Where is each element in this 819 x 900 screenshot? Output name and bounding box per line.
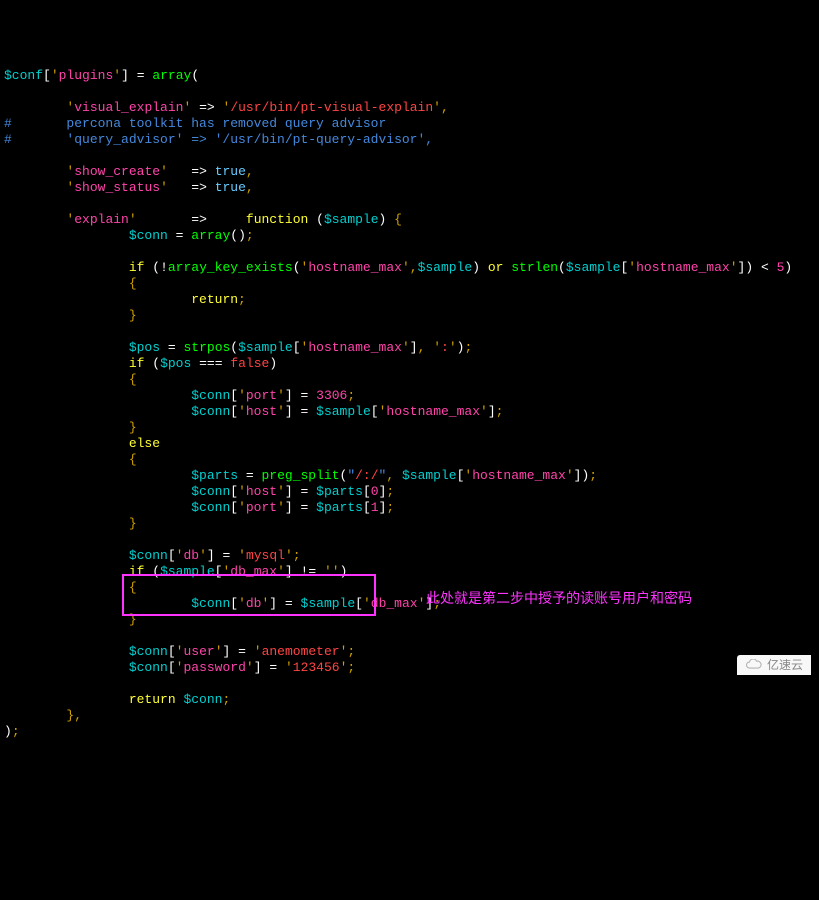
cloud-icon	[745, 659, 763, 671]
watermark: 亿速云	[737, 655, 811, 675]
annotation-text: 此处就是第二步中授予的读账号用户和密码	[426, 590, 692, 606]
code-block: $conf['plugins'] = array( 'visual_explai…	[4, 68, 815, 740]
